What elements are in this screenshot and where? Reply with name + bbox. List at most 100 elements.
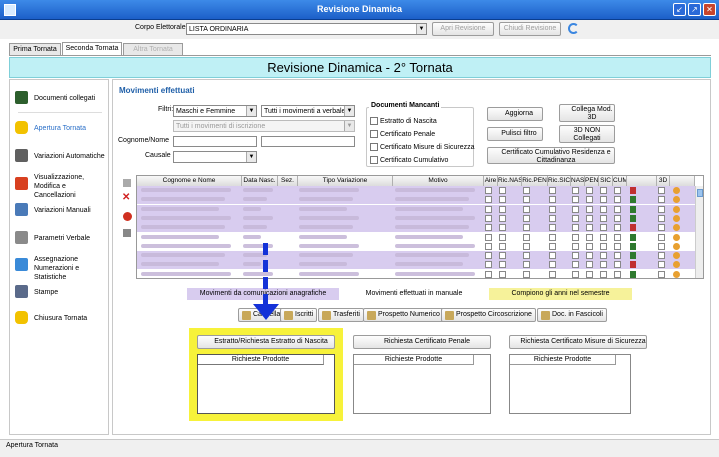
checkbox[interactable] [523, 270, 530, 278]
checkbox[interactable] [572, 187, 579, 194]
checkbox[interactable] [586, 187, 593, 194]
checkbox[interactable] [586, 196, 593, 204]
checkbox[interactable] [549, 196, 556, 204]
nome-input[interactable] [261, 136, 355, 147]
checkbox[interactable] [485, 205, 492, 213]
checkbox[interactable] [658, 196, 665, 204]
person-icon[interactable] [673, 233, 680, 241]
person-icon[interactable] [673, 270, 680, 278]
sidebar-item-chiusura[interactable]: Chiusura Tornata [10, 308, 110, 328]
checkbox[interactable] [549, 214, 556, 222]
richieste-list-penale[interactable]: Richieste Prodotte [353, 354, 491, 414]
checkbox[interactable] [572, 261, 579, 269]
tab-prima-tornata[interactable]: Prima Tornata [9, 43, 61, 55]
checkbox[interactable] [658, 233, 665, 241]
table-row[interactable] [137, 260, 703, 270]
checkbox[interactable] [614, 270, 621, 278]
person-icon[interactable] [673, 205, 680, 213]
sidebar-item-visualizzazione[interactable]: Visualizzazione, Modifica e Cancellazion… [10, 172, 110, 199]
checkbox[interactable] [499, 187, 506, 194]
checkbox[interactable] [614, 242, 621, 250]
sesso-select[interactable]: Maschi e Femmine ▼ [173, 105, 257, 117]
checkbox[interactable] [523, 224, 530, 232]
checkbox[interactable] [614, 187, 621, 194]
checkbox[interactable] [572, 242, 579, 250]
checkbox[interactable] [572, 224, 579, 232]
checkbox[interactable] [586, 261, 593, 269]
checkbox[interactable] [658, 261, 665, 269]
table-row[interactable] [137, 223, 703, 233]
chiudi-revisione-button[interactable]: Chiudi Revisione [499, 22, 561, 36]
checkbox[interactable] [549, 252, 556, 260]
table-row[interactable] [137, 213, 703, 223]
person-icon[interactable] [673, 224, 680, 232]
checkbox[interactable] [370, 130, 378, 138]
checkbox[interactable] [600, 261, 607, 269]
column-header[interactable]: NAS [571, 176, 585, 186]
sidebar-item-apertura[interactable]: Apertura Tornata [10, 118, 110, 138]
checkbox[interactable] [586, 270, 593, 278]
person-icon[interactable] [673, 242, 680, 250]
checkbox[interactable] [586, 252, 593, 260]
checkbox[interactable] [658, 224, 665, 232]
checkbox[interactable] [485, 224, 492, 232]
checkbox[interactable] [523, 242, 530, 250]
estratto-button[interactable]: Estratto/Richiesta Estratto di Nascita [197, 335, 335, 349]
check-misure[interactable]: Certificato Misure di Sicurezza [370, 143, 474, 151]
column-header[interactable]: Ric.PEN [522, 176, 548, 186]
checkbox[interactable] [658, 187, 665, 194]
table-row[interactable] [137, 241, 703, 251]
close-icon[interactable]: ✕ [703, 3, 716, 16]
checkbox[interactable] [600, 196, 607, 204]
tab-seconda-tornata[interactable]: Seconda Tornata [62, 42, 122, 55]
collega-button[interactable]: Collega Mod. 3D [559, 104, 615, 122]
checkbox[interactable] [549, 270, 556, 278]
check-estratto[interactable]: Estratto di Nascita [370, 117, 437, 125]
checkbox[interactable] [549, 224, 556, 232]
checkbox[interactable] [499, 205, 506, 213]
certificato-cumulativo-button[interactable]: Certificato Cumulativo Residenza e Citta… [487, 147, 615, 164]
checkbox[interactable] [586, 214, 593, 222]
checkbox[interactable] [485, 187, 492, 194]
sidebar-item-assegnazione[interactable]: Assegnazione Numerazioni e Statistiche [10, 252, 110, 281]
checkbox[interactable] [485, 233, 492, 241]
checkbox[interactable] [549, 187, 556, 194]
column-header[interactable]: Ric.SIC [548, 176, 571, 186]
sidebar-item-documenti[interactable]: Documenti collegati [10, 88, 110, 108]
checkbox[interactable] [658, 252, 665, 260]
scroll-thumb[interactable] [697, 189, 703, 197]
checkbox[interactable] [586, 242, 593, 250]
checkbox[interactable] [572, 196, 579, 204]
checkbox[interactable] [658, 270, 665, 278]
checkbox[interactable] [523, 233, 530, 241]
checkbox[interactable] [614, 196, 621, 204]
checkbox[interactable] [572, 252, 579, 260]
sidebar-item-parametri[interactable]: Parametri Verbale [10, 228, 110, 248]
aggiorna-button[interactable]: Aggiorna [487, 107, 543, 121]
checkbox[interactable] [614, 261, 621, 269]
checkbox[interactable] [572, 270, 579, 278]
checkbox[interactable] [549, 233, 556, 241]
pulisci-button[interactable]: Pulisci filtro [487, 127, 543, 141]
richieste-list-estratto[interactable]: Richieste Prodotte [197, 354, 335, 414]
checkbox[interactable] [614, 252, 621, 260]
save-icon[interactable] [123, 229, 131, 237]
checkbox[interactable] [485, 214, 492, 222]
table-row[interactable] [137, 204, 703, 214]
person-icon[interactable] [673, 187, 680, 194]
cognome-input[interactable] [173, 136, 257, 147]
column-header[interactable]: Ric.NAS [498, 176, 522, 186]
checkbox[interactable] [499, 252, 506, 260]
checkbox[interactable] [600, 252, 607, 260]
cancel-icon[interactable] [123, 212, 132, 221]
column-header[interactable]: Tipo Variazione [298, 176, 393, 186]
sidebar-item-stampe[interactable]: Stampe [10, 282, 110, 302]
column-header-blank[interactable] [670, 176, 695, 186]
checkbox[interactable] [600, 224, 607, 232]
column-header[interactable]: SIC [599, 176, 613, 186]
checkbox[interactable] [549, 261, 556, 269]
checkbox[interactable] [572, 233, 579, 241]
checkbox[interactable] [614, 205, 621, 213]
iscrizione-select[interactable]: Tutti i movimenti di iscrizione ▼ [173, 120, 355, 132]
column-header[interactable]: PEN [585, 176, 599, 186]
